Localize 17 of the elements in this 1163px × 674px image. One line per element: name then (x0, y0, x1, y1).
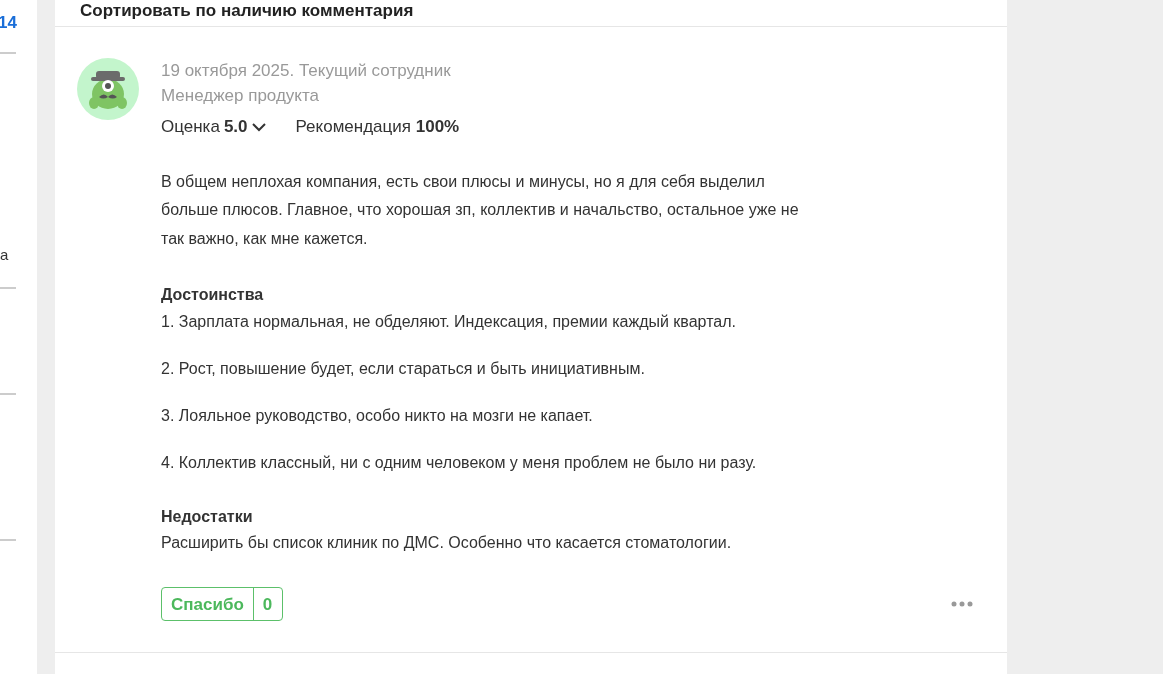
section-paragraph: 4. Коллектив классный, ни с одним человеком у меня проблем не было ни разу. (161, 452, 758, 473)
sort-dropdown[interactable]: Сортировать по наличию комментария (80, 1, 414, 21)
recommendation-text: Рекомендация 100% (295, 116, 460, 138)
avatar (77, 58, 139, 120)
rating-dropdown[interactable]: Оценка 5.0 (161, 114, 266, 140)
section-paragraph: 3. Лояльное руководство, особо никто на мозги не капает. (161, 405, 594, 426)
section-paragraph: 2. Рост, повышение будет, если стараться и быть инициативным. (161, 358, 646, 379)
section-paragraph: 1. Зарплата нормальная, не обделяют. Индексация, премии каждый квартал. (161, 311, 737, 332)
section-title: Достоинства (161, 285, 265, 305)
more-icon[interactable] (951, 601, 973, 607)
review-date-status: 19 октября 2025. Текущий сотрудник (161, 60, 452, 82)
section-title: Недостатки (161, 506, 254, 527)
review-summary: В общем неплохая компания, есть свои плюсы и минусы, но я для себя выделил больше плюсов. Главное, что хорошая зп, коллектив и начальство, остальное уже не так важно, как мне кажется. (161, 171, 800, 249)
text-fragment: а (0, 245, 9, 265)
chevron-icon (251, 121, 266, 132)
section-paragraph: Расширить бы список клиник по ДМС. Особенно что касается стоматологии. (161, 533, 733, 553)
job-position: Менеджер продукта (161, 85, 321, 107)
